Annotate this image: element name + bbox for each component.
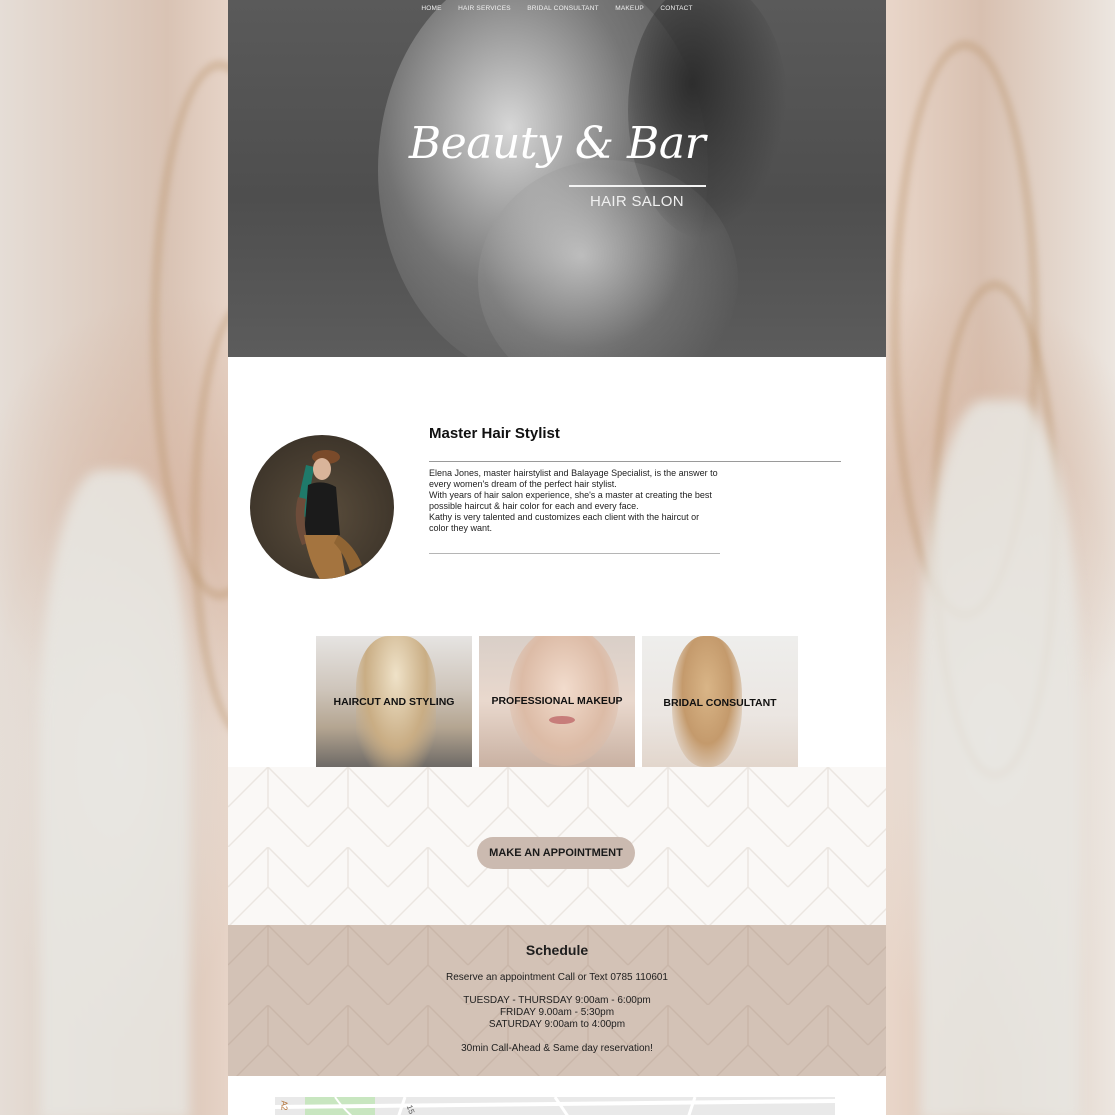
map-road-label: A2 — [279, 1100, 289, 1111]
about-paragraph: With years of hair salon experience, she… — [429, 490, 712, 511]
service-card-makeup[interactable]: PROFESSIONAL MAKEUP — [479, 636, 635, 767]
stylist-photo — [295, 450, 362, 579]
about-paragraph: Elena Jones, master hairstylist and Bala… — [429, 468, 718, 489]
service-card-haircut[interactable]: HAIRCUT AND STYLING — [316, 636, 472, 767]
brand-divider — [569, 185, 706, 187]
about-divider-bottom — [429, 553, 720, 554]
schedule-hours-line: TUESDAY - THURSDAY 9:00am - 6:00pm — [463, 995, 651, 1006]
nav-hair-services[interactable]: HAIR SERVICES — [458, 4, 511, 14]
make-appointment-button[interactable]: MAKE AN APPOINTMENT — [477, 837, 635, 869]
schedule-note: 30min Call-Ahead & Same day reservation! — [461, 1043, 653, 1054]
brand-subtitle: HAIR SALON — [590, 193, 684, 210]
nav-makeup[interactable]: MAKEUP — [615, 4, 644, 14]
about-heading: Master Hair Stylist — [429, 425, 560, 442]
website-page: HOME HAIR SERVICES BRIDAL CONSULTANT MAK… — [228, 0, 886, 1115]
schedule-contact: Reserve an appointment Call or Text 0785… — [446, 972, 668, 983]
about-divider-top — [429, 461, 841, 462]
location-map[interactable]: A2 15 — [275, 1097, 835, 1115]
service-label: PROFESSIONAL MAKEUP — [491, 695, 623, 707]
about-text: Elena Jones, master hairstylist and Bala… — [429, 468, 719, 534]
hero-banner: HOME HAIR SERVICES BRIDAL CONSULTANT MAK… — [228, 0, 886, 357]
schedule-hours-line: SATURDAY 9:00am to 4:00pm — [488, 1019, 626, 1030]
service-card-bridal[interactable]: BRIDAL CONSULTANT — [642, 636, 798, 767]
stylist-avatar — [250, 435, 394, 579]
map-graphic — [275, 1097, 835, 1115]
brand-title: Beauty & Bar — [408, 118, 706, 169]
about-paragraph: Kathy is very talented and customizes ea… — [429, 512, 700, 533]
lips-shape — [549, 716, 575, 724]
schedule-hours-line: FRIDAY 9.00am - 5:30pm — [499, 1007, 615, 1018]
service-label: HAIRCUT AND STYLING — [333, 696, 455, 708]
nav-contact[interactable]: CONTACT — [660, 4, 692, 14]
service-label: BRIDAL CONSULTANT — [663, 697, 777, 709]
main-nav: HOME HAIR SERVICES BRIDAL CONSULTANT MAK… — [228, 0, 886, 15]
schedule-section: Schedule Reserve an appointment Call or … — [228, 925, 886, 1076]
schedule-title: Schedule — [525, 942, 589, 958]
nav-home[interactable]: HOME — [421, 4, 441, 14]
nav-bridal-consultant[interactable]: BRIDAL CONSULTANT — [527, 4, 599, 14]
